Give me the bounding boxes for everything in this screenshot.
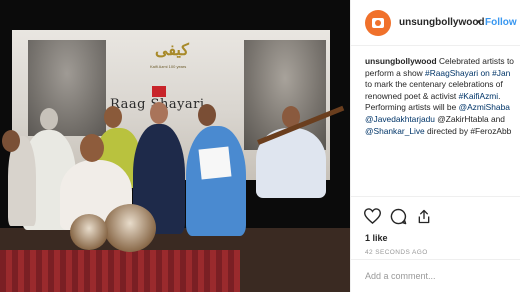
performer-head — [40, 108, 58, 130]
performer — [186, 126, 246, 236]
follow-button[interactable]: Follow — [485, 17, 517, 28]
event-logo-subtitle: Kaifi Azmi 100 years — [150, 64, 187, 69]
hashtag-link[interactable]: on #Jan — [478, 68, 510, 78]
caption-line: Performing artists will be @AzmiShaba — [365, 102, 510, 113]
camera-icon — [372, 18, 384, 28]
heart-icon[interactable] — [363, 207, 381, 225]
caption-line: @Shankar_Live directed by #FerozAbb — [365, 125, 512, 136]
speech-bubble-icon[interactable] — [389, 207, 407, 225]
post-caption: unsungbollywood Celebrated artists to pe… — [365, 56, 520, 137]
separator-dot: • — [477, 17, 481, 28]
event-logo: کیفی — [155, 40, 189, 59]
post-sidebar: unsungbollywood • Follow unsungbollywood… — [350, 0, 520, 292]
post-timestamp[interactable]: 42 SECONDS AGO — [365, 249, 428, 256]
caption-line: to mark the centenary celebrations of — [365, 79, 503, 90]
comment-input[interactable] — [365, 268, 515, 284]
caption-line: @Javedakhtarjadu @ZakirHtabla and — [365, 113, 505, 124]
sponsor-badge — [152, 86, 166, 97]
stage-rug — [0, 250, 240, 292]
mention-link[interactable]: @AzmiShaba — [459, 102, 510, 112]
tabla-drum — [104, 204, 156, 252]
performer-head — [2, 130, 20, 152]
tabla-drum — [70, 214, 108, 250]
caption-username[interactable]: unsungbollywood — [365, 56, 437, 66]
hashtag-link[interactable]: #KaifiAzmi — [459, 91, 499, 101]
performer-head — [104, 106, 122, 128]
post-photo[interactable]: کیفی Kaifi Azmi 100 years Raag Shayari — [0, 0, 350, 292]
like-count[interactable]: 1 like — [365, 233, 388, 243]
mention-link[interactable]: @Shankar_Live — [365, 126, 425, 136]
username-link[interactable]: unsungbollywood — [399, 17, 485, 28]
post-header: unsungbollywood • Follow — [351, 0, 520, 46]
avatar[interactable] — [365, 10, 391, 36]
share-arrow-icon[interactable] — [415, 207, 433, 225]
hashtag-link[interactable]: #RaagShayari — [425, 68, 478, 78]
performer-head — [198, 104, 216, 126]
tabla-player-head — [80, 134, 104, 162]
sheet-of-paper — [198, 146, 232, 180]
caption-line: perform a show #RaagShayari on #Jan — [365, 67, 511, 78]
caption-line: renowned poet & activist #KaifiAzmi. — [365, 90, 501, 101]
mention-link[interactable]: @Javedakhtarjadu — [365, 114, 435, 124]
post-actions: 1 like 42 SECONDS AGO — [351, 196, 520, 286]
caption-line: unsungbollywood Celebrated artists to — [365, 56, 514, 66]
comment-bar — [351, 259, 520, 292]
performer-head — [150, 102, 168, 124]
